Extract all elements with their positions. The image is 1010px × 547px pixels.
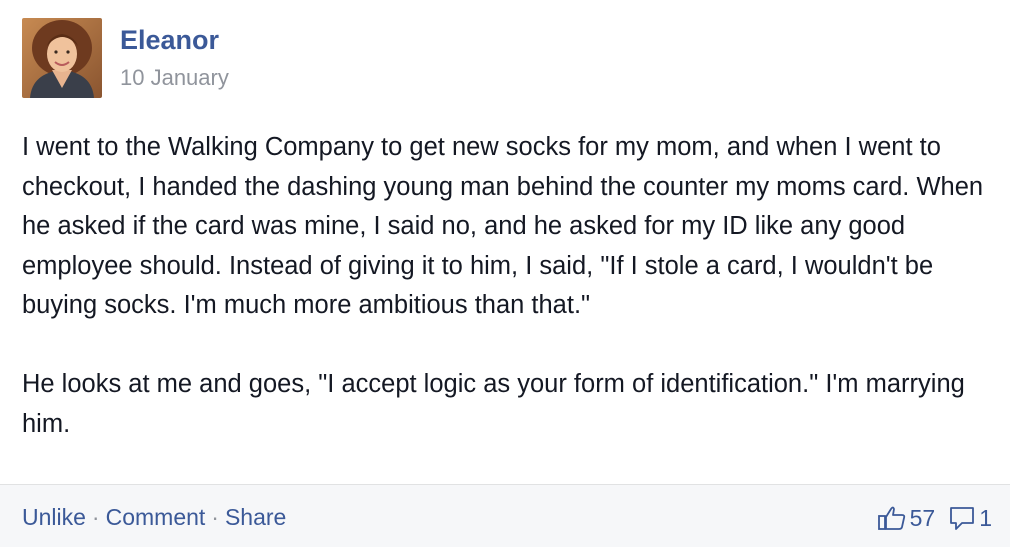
post-paragraph: He looks at me and goes, "I accept logic… (22, 370, 965, 438)
like-count-value: 57 (909, 505, 936, 531)
avatar[interactable] (22, 18, 102, 98)
author-name[interactable]: Eleanor (120, 24, 219, 56)
post-date[interactable]: 10 January (120, 64, 229, 92)
post-card: Eleanor 10 January I went to the Walking… (0, 0, 1010, 547)
separator: · (211, 504, 219, 530)
thumbs-up-icon (877, 506, 905, 530)
post-paragraph: I went to the Walking Company to get new… (22, 133, 984, 319)
separator: · (91, 504, 100, 530)
post-actions: Unlike · Comment · Share (22, 503, 286, 531)
comment-link[interactable]: Comment (106, 504, 206, 530)
unlike-link[interactable]: Unlike (22, 504, 86, 530)
post-footer: Unlike · Comment · Share 57 1 (0, 484, 1010, 547)
comment-bubble-icon (950, 507, 975, 530)
like-count[interactable]: 57 (877, 504, 936, 532)
comment-count-value: 1 (979, 505, 992, 531)
post-body: I went to the Walking Company to get new… (22, 128, 997, 444)
profile-photo (22, 18, 102, 98)
comment-count[interactable]: 1 (949, 504, 992, 532)
share-link[interactable]: Share (225, 504, 286, 530)
post-stats: 57 1 (877, 503, 992, 533)
